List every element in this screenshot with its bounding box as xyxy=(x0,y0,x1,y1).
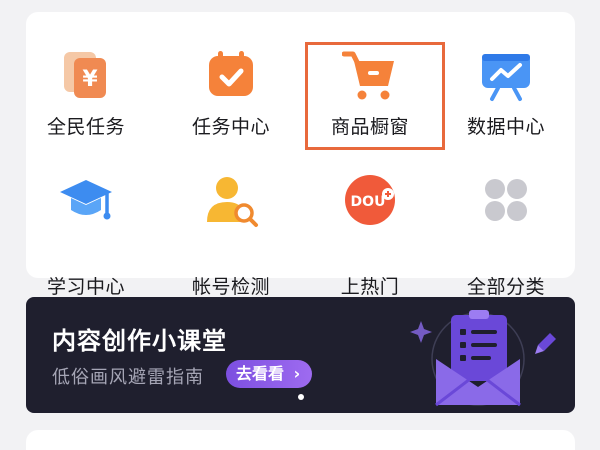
tool-shang-remen[interactable]: DOU 上热门 xyxy=(310,172,430,298)
tool-shuju-zhongxin[interactable]: 数据中心 xyxy=(446,12,566,138)
tool-renwu-zhongxin[interactable]: 任务中心 xyxy=(171,12,291,138)
tool-label: 上热门 xyxy=(340,276,400,298)
shopping-cart-icon xyxy=(341,46,398,102)
dou-logo-text: DOU xyxy=(351,194,386,210)
presentation-chart-icon xyxy=(478,46,534,102)
tools-card: ¥ 全民任务 任务中心 商品橱窗 数据中心 学习中心 帐号检测 DOU 上热门 … xyxy=(26,12,575,298)
tool-xuexi-zhongxin[interactable]: 学习中心 xyxy=(26,172,146,298)
carousel-dots xyxy=(298,394,304,400)
chevron-right-icon: › xyxy=(293,364,301,383)
yuan-cards-icon: ¥ xyxy=(58,46,114,102)
go-see-label: 去看看 xyxy=(236,364,285,383)
next-card xyxy=(26,430,575,450)
tool-label: 商品橱窗 xyxy=(330,116,409,138)
calendar-check-icon xyxy=(203,46,259,102)
dou-plus-icon: DOU xyxy=(342,172,398,228)
grid-dots-icon xyxy=(478,172,534,228)
go-see-button[interactable]: 去看看 › xyxy=(226,360,313,388)
checklist-envelope-illustration xyxy=(410,310,556,407)
tool-label: 任务中心 xyxy=(191,116,270,138)
tool-label: 数据中心 xyxy=(466,116,545,138)
tool-shangpin-chuchuang[interactable]: 商品橱窗 xyxy=(310,12,430,138)
tool-quanbu-fenlei[interactable]: 全部分类 xyxy=(446,172,566,298)
user-search-icon xyxy=(203,172,259,228)
svg-text:¥: ¥ xyxy=(82,67,98,92)
tool-zhanghao-jiance[interactable]: 帐号检测 xyxy=(171,172,291,298)
graduation-cap-icon xyxy=(58,172,114,228)
banner-title: 内容创作小课堂 xyxy=(52,327,227,355)
tool-label: 学习中心 xyxy=(46,276,125,298)
creator-class-banner[interactable]: 内容创作小课堂 低俗画风避雷指南 去看看 › xyxy=(26,297,575,413)
banner-subtitle: 低俗画风避雷指南 xyxy=(52,367,204,388)
tool-label: 全民任务 xyxy=(46,116,125,138)
tool-quanmin-renwu[interactable]: ¥ 全民任务 xyxy=(26,12,146,138)
tool-label: 全部分类 xyxy=(466,276,545,298)
carousel-dot xyxy=(298,394,304,400)
tool-label: 帐号检测 xyxy=(191,276,270,298)
